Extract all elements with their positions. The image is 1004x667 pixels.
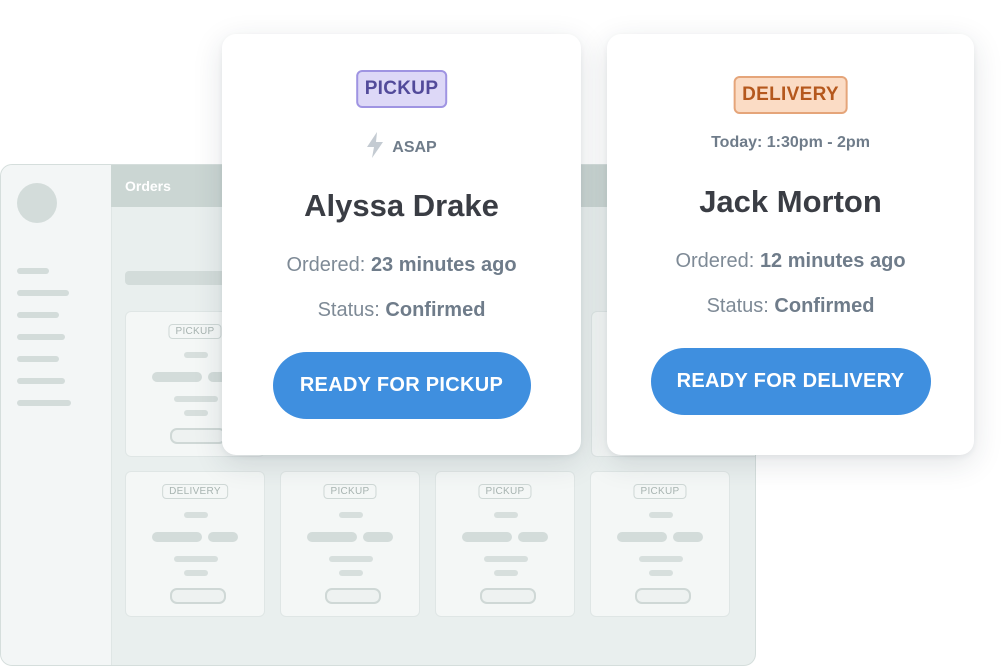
ordered-time: Ordered: 12 minutes ago [607, 250, 974, 273]
customer-name: Alyssa Drake [304, 188, 499, 223]
mini-text-line [649, 570, 673, 576]
dashboard-title: Orders [125, 178, 171, 194]
ready-for-delivery-button[interactable]: READY FOR DELIVERY [650, 348, 931, 415]
mini-order-badge: PICKUP [323, 484, 377, 499]
mini-text-line [639, 556, 683, 562]
mini-text-line [518, 532, 548, 542]
customer-name: Jack Morton [699, 184, 882, 219]
mini-text-line [152, 372, 202, 382]
ordered-value: 23 minutes ago [370, 254, 517, 276]
order-type-badge: DELIVERY [733, 76, 848, 114]
ordered-label: Ordered: [675, 250, 755, 272]
mini-text-line [363, 532, 393, 542]
mini-text-line [339, 512, 363, 518]
sidebar-item-5[interactable] [17, 356, 59, 362]
order-card-delivery: DELIVERY Today: 1:30pm - 2pm Jack Morton… [607, 34, 974, 455]
mini-text-line [174, 396, 218, 402]
mini-order-card[interactable]: PICKUP [435, 471, 575, 617]
mini-text-line [184, 570, 208, 576]
status-label: Status: [317, 299, 380, 321]
mini-text-line [184, 352, 208, 358]
avatar[interactable] [17, 183, 57, 223]
mini-action-button[interactable] [170, 428, 226, 444]
sidebar-item-6[interactable] [17, 378, 65, 384]
mini-order-card[interactable]: PICKUP [590, 471, 730, 617]
order-timing: ASAP [222, 132, 581, 163]
ordered-time: Ordered: 23 minutes ago [222, 254, 581, 277]
delivery-timeslot: Today: 1:30pm - 2pm [711, 134, 870, 151]
order-type-badge: PICKUP [355, 70, 448, 108]
order-status: Status: Confirmed [222, 299, 581, 322]
sidebar [1, 165, 112, 665]
sidebar-item-2[interactable] [17, 290, 69, 296]
mini-order-badge: PICKUP [633, 484, 687, 499]
mini-text-line [494, 570, 518, 576]
mini-action-button[interactable] [170, 588, 226, 604]
order-status: Status: Confirmed [607, 295, 974, 318]
mini-action-button[interactable] [325, 588, 381, 604]
mini-text-line [617, 532, 667, 542]
mini-text-line [152, 532, 202, 542]
status-label: Status: [706, 295, 769, 317]
mini-text-line [673, 532, 703, 542]
status-value: Confirmed [385, 299, 486, 321]
ordered-label: Ordered: [286, 254, 366, 276]
mini-order-badge: PICKUP [168, 324, 222, 339]
mini-text-line [339, 570, 363, 576]
mini-text-line [174, 556, 218, 562]
lightning-bolt-icon [366, 132, 384, 163]
sidebar-item-3[interactable] [17, 312, 59, 318]
order-timing-label: ASAP [392, 138, 437, 156]
mini-text-line [184, 512, 208, 518]
ready-for-pickup-button[interactable]: READY FOR PICKUP [272, 352, 531, 419]
sidebar-item-7[interactable] [17, 400, 71, 406]
mini-text-line [494, 512, 518, 518]
mini-text-line [208, 532, 238, 542]
mini-order-badge: DELIVERY [162, 484, 228, 499]
mini-action-button[interactable] [635, 588, 691, 604]
mini-text-line [484, 556, 528, 562]
mini-text-line [184, 410, 208, 416]
mini-text-line [462, 532, 512, 542]
mini-text-line [649, 512, 673, 518]
status-value: Confirmed [774, 295, 875, 317]
mini-action-button[interactable] [480, 588, 536, 604]
mini-text-line [307, 532, 357, 542]
sidebar-item-4[interactable] [17, 334, 65, 340]
ordered-value: 12 minutes ago [759, 250, 906, 272]
mini-order-card[interactable]: DELIVERY [125, 471, 265, 617]
sidebar-item-1[interactable] [17, 268, 49, 274]
order-card-pickup: PICKUP ASAP Alyssa Drake Ordered: 23 min… [222, 34, 581, 455]
mini-order-card[interactable]: PICKUP [280, 471, 420, 617]
mini-text-line [329, 556, 373, 562]
mini-order-badge: PICKUP [478, 484, 532, 499]
